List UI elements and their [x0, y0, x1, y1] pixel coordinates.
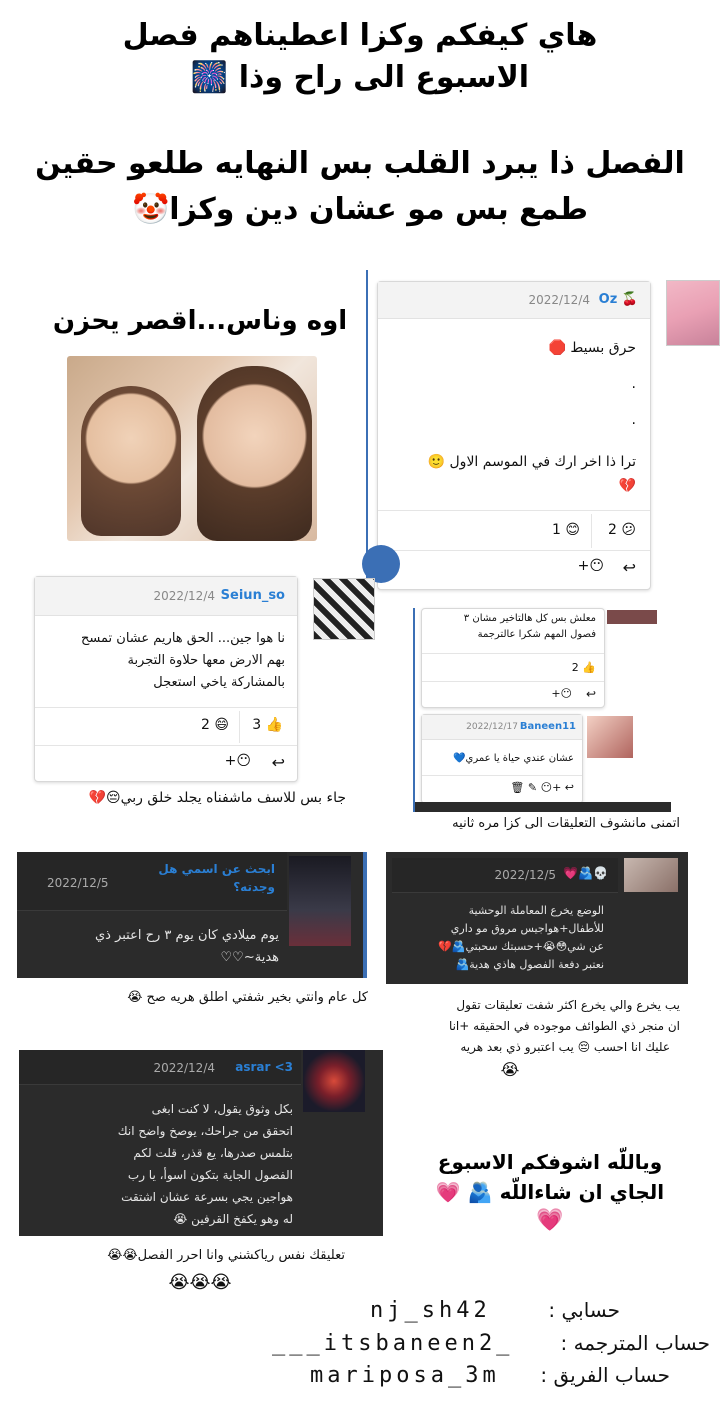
reaction-like[interactable]: 3 👍 [252, 717, 283, 733]
comment-card-seiun: Seiun_so 2022/12/4 نا هوا جين... الحق ها… [34, 576, 298, 782]
caption-asrar-1: تعليقك نفس رياكشني وانا احرر الفصل😭😭 [107, 1248, 345, 1263]
comment-line: هواجين يجي بسرعة عشان اشتقت [121, 1190, 293, 1204]
add-reaction-icon[interactable]: +😶 [225, 753, 251, 769]
comment-line: . [631, 376, 636, 392]
header-line-1: هاي كيفكم وكزا اعطيناهم فصل [122, 18, 598, 53]
avatar-baneen [587, 716, 633, 758]
credit-account-label: حسابي : [548, 1298, 620, 1322]
comment-card-asrar: asrar <3 2022/12/4 بكل وثوق يقول، لا كنت… [19, 1050, 383, 1236]
comment-line: نا هوا جين... الحق هاريم عشان تمسح [81, 631, 285, 646]
comment-date: 2022/12/5 [494, 868, 556, 882]
comment-date: 2022/12/5 [47, 876, 109, 890]
comment-author[interactable]: Oz 🍒 [599, 292, 638, 307]
farewell-line-3: 💗 [536, 1208, 564, 1233]
comment-author[interactable]: ابحث عن اسمي هل [158, 862, 275, 876]
person-right-icon [197, 366, 312, 541]
comment-date: 2022/12/4 [528, 293, 590, 307]
comment-author[interactable]: وجدته؟ [233, 880, 275, 894]
caption-dark2-3: عليك انا احسب 😔 يب اعتبرو ذي بعد هريه [460, 1040, 670, 1054]
comment-line: عشان عندي حياة يا عمري💙 [453, 753, 574, 764]
comment-author[interactable]: 💀🫂💗 [563, 866, 608, 880]
comment-line: 💔 [618, 478, 636, 494]
comment-line: فصول المهم شكرا عالترجمة [477, 629, 596, 640]
comment-line: له وهو يكفخ القرفين 😭 [173, 1212, 293, 1226]
header-line-2: الاسبوع الى راح وذا 🎆 [190, 60, 530, 95]
meme-photo [67, 356, 317, 541]
comment-date: 2022/12/17 [466, 722, 518, 732]
caption-small: اتمنى مانشوف التعليقات الى كزا مره ثانيه [452, 816, 680, 831]
credit-account-handle[interactable]: nj_sh42 [370, 1298, 530, 1323]
credit-translator-handle[interactable]: ___itsbaneen2_ [272, 1331, 542, 1356]
comment-line: بهم الارض معها حلاوة التجربة [127, 653, 285, 668]
add-reaction-icon[interactable]: +😶 [551, 687, 572, 700]
comment-date: 2022/12/4 [153, 589, 215, 603]
caption-dark1: كل عام وانتي بخير شفتي اطلق هريه صح 😭 [127, 990, 368, 1005]
comment-author[interactable]: Baneen11 [520, 721, 576, 732]
header-line-4: طمع بس مو عشان دين وكزا🤡 [131, 192, 589, 227]
avatar-dark2 [624, 858, 678, 892]
comment-card-dark2: 💀🫂💗 2022/12/5 الوضع يخرع المعاملة الوحشي… [386, 852, 688, 984]
comment-header: Oz 🍒 2022/12/4 [378, 282, 650, 319]
caption-dark2-4: 😭 [500, 1060, 520, 1079]
comment-line: نعتبر دفعة الفصول هاذي هدية🫂 [455, 958, 605, 971]
reaction-confused[interactable]: 2 😕 [608, 522, 636, 538]
comment-line: معلش بس كل هالتاخير مشان ٣ [463, 613, 596, 624]
divider-line [366, 270, 368, 580]
comment-line: الوضع يخرع المعاملة الوحشية [468, 904, 604, 917]
comment-line: يوم ميلادي كان يوم ٣ رح اعتبر ذي [94, 928, 279, 943]
person-left-icon [81, 386, 181, 536]
comment-line: ترا ذا اخر ارك في الموسم الاول 🙂 [427, 454, 636, 470]
credit-team-handle[interactable]: mariposa_3m [310, 1363, 530, 1388]
credit-translator-label: حساب المترجمه : [560, 1331, 710, 1355]
reply-icon[interactable]: ↩ [586, 687, 596, 701]
comment-line: بالمشاركة ياخي استعجل [153, 675, 285, 690]
credit-team-label: حساب الفريق : [540, 1363, 670, 1387]
caption-seiun: جاء بس للاسف ماشفناه يجلد خلق ربي😔💔 [88, 790, 346, 806]
comment-card-dark1: ابحث عن اسمي هل وجدته؟ 2022/12/5 يوم ميل… [17, 852, 367, 978]
header-line-3: الفصل ذا يبرد القلب بس النهايه طلعو حقين [35, 146, 685, 181]
reaction-laugh[interactable]: 2 😄 [201, 717, 229, 733]
avatar-asrar [303, 1050, 365, 1112]
reply-icon[interactable]: ↩ [272, 753, 285, 772]
small-thread: معلش بس كل هالتاخير مشان ٣ فصول المهم شك… [413, 608, 671, 812]
comment-card-oz: Oz 🍒 2022/12/4 حرق بسيط 🛑 . . ترا ذا اخر… [377, 281, 651, 590]
farewell-line-2: الجاي ان شاءاللّه 🫂 💗 [435, 1180, 665, 1204]
comment-line: للأطفال+هواجيس مروق مو داري [450, 922, 604, 935]
caption-asrar-2: 😭😭😭 [168, 1272, 232, 1293]
avatar-oz [666, 280, 720, 346]
comment-line: عن شي😳😭+حسبتك سحبتي🫂💔 [438, 940, 604, 953]
comment-line: اتحقق من جراحك، يوصخ واضح انك [117, 1124, 293, 1138]
farewell-line-1: وياللّه اشوفكم الاسبوع [437, 1150, 663, 1174]
comment-author[interactable]: asrar <3 [235, 1060, 293, 1074]
avatar-dark1 [289, 856, 351, 946]
comment-line: بكل وثوق يقول، لا كنت ابغى [151, 1102, 293, 1116]
small-avatar-top [607, 610, 657, 624]
reaction-like[interactable]: 2 👍 [572, 661, 596, 674]
avatar-seiun [313, 578, 375, 640]
comment-line: . [631, 412, 636, 428]
comment-line: هدية~♡♡ [220, 950, 279, 965]
comment-line: الفصول الجاية بتكون اسوأ، يا رب [127, 1168, 293, 1182]
reply-icon[interactable]: ↩ [623, 558, 636, 577]
caption-dark2-1: يب يخرع والي يخرع اكثر شفت تعليقات تقول [456, 998, 680, 1012]
reaction-smile[interactable]: 1 😊 [552, 522, 580, 538]
caption-dark2-2: ان منجر ذي الطوائف موجوده في الحقيقه +ان… [448, 1019, 680, 1033]
reply-actions[interactable]: ↩ +😶 ✎ 🗑 [510, 781, 574, 794]
comment-line: بتلمس صدرها، يع قذر، قلت لكم [133, 1146, 293, 1160]
comment-line: حرق بسيط 🛑 [548, 340, 636, 356]
add-reaction-icon[interactable]: +😶 [578, 558, 604, 574]
aside-caption: اوه وناس...اقصر يحزن [52, 306, 348, 336]
comment-author[interactable]: Seiun_so [221, 588, 285, 603]
comment-date: 2022/12/4 [153, 1061, 215, 1075]
